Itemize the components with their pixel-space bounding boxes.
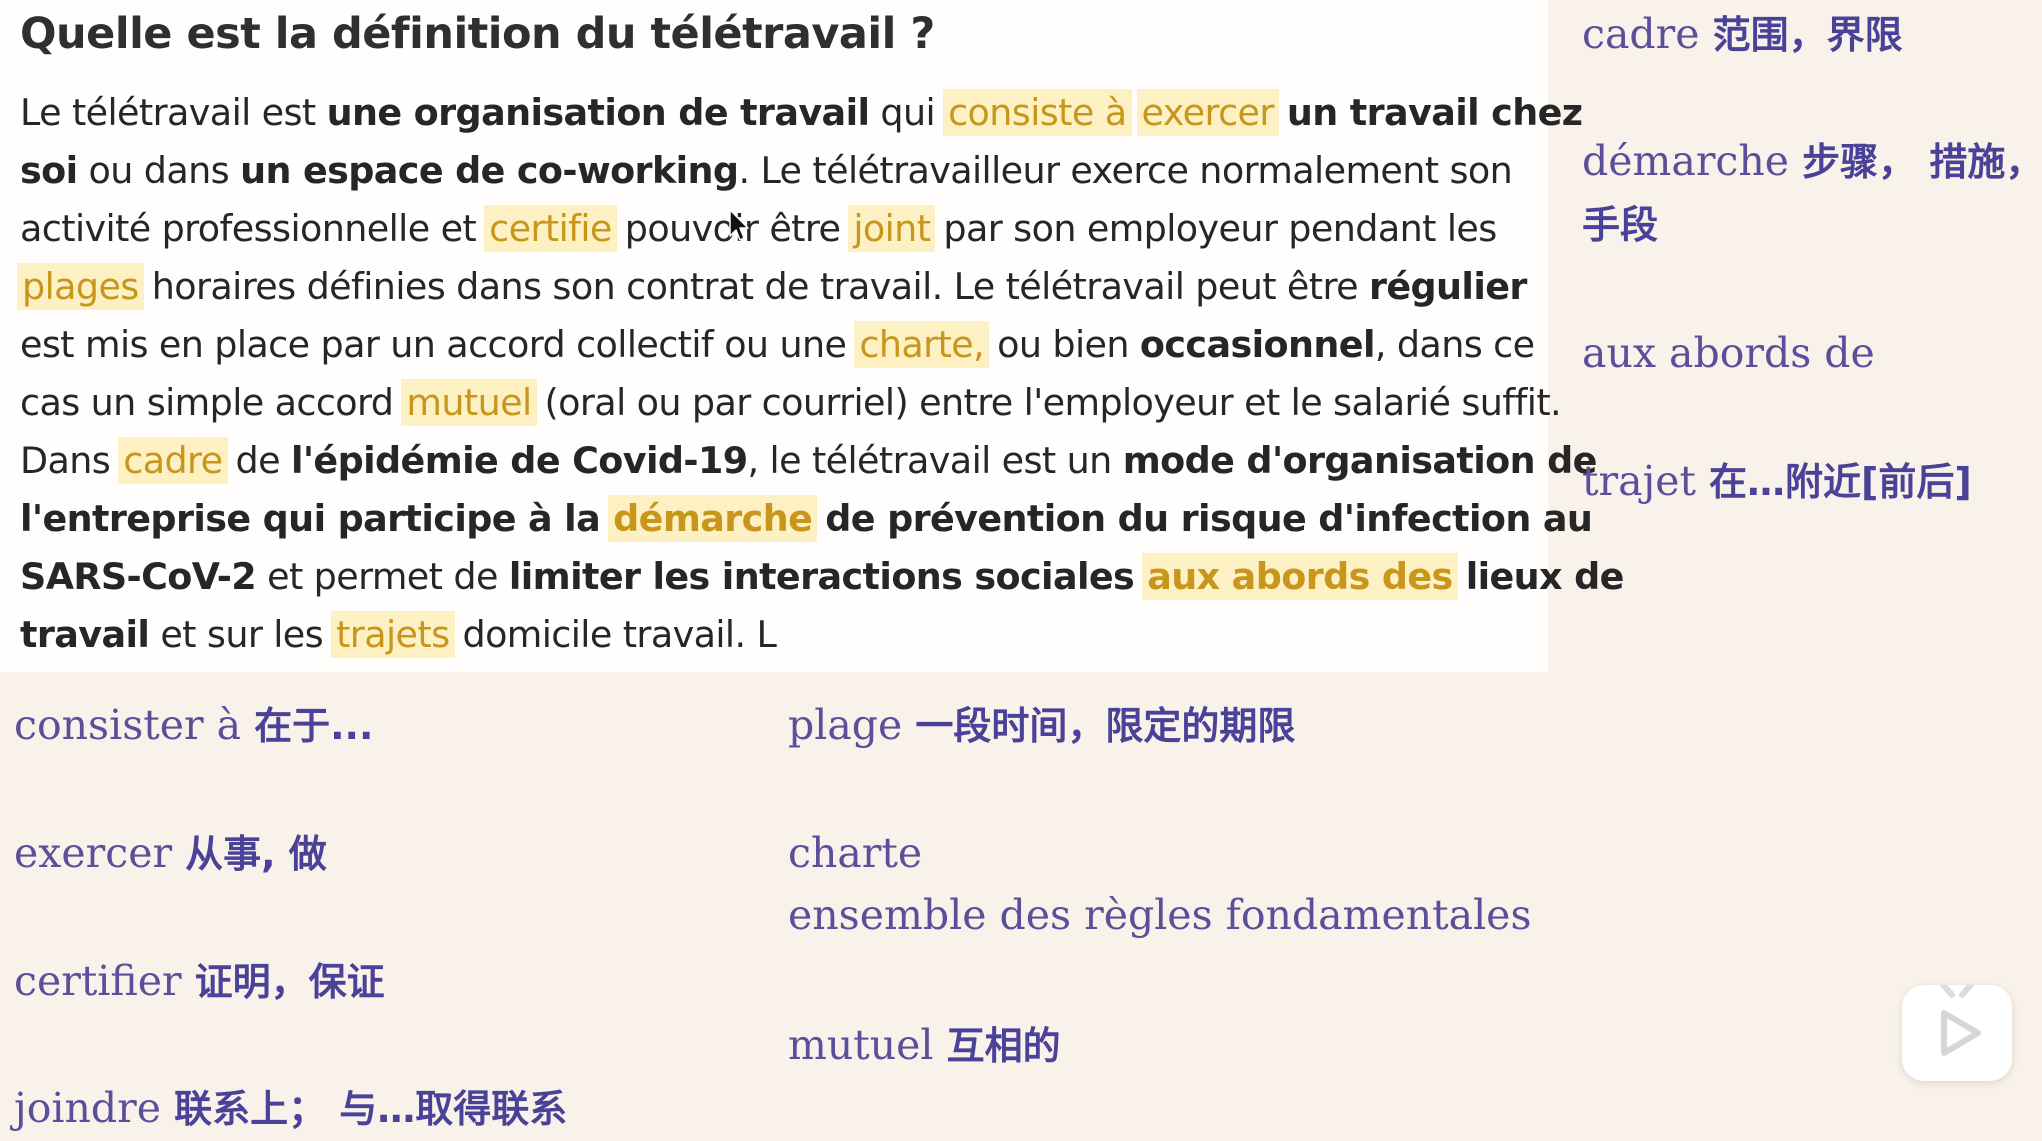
bold-phrase: soi — [20, 149, 78, 192]
vocab-trajet: trajet 在…附近[前后] — [1582, 450, 1972, 513]
vocab-term: charte — [788, 829, 923, 877]
passage-line: travail et sur les trajets domicile trav… — [20, 606, 1538, 664]
bold-phrase: une organisation de travail — [326, 91, 870, 134]
vocab-definition: ensemble des règles fondamentales — [788, 891, 1532, 939]
bold-phrase: travail — [20, 613, 150, 656]
highlighted-term: charte, — [854, 321, 990, 368]
passage-line: est mis en place par un accord collectif… — [20, 316, 1538, 374]
vocab-term: consister à — [14, 701, 242, 749]
vocab-definition: 范围，界限 — [1712, 13, 1903, 57]
vocab-joindre: joindre 联系上； 与…取得联系 — [14, 1077, 567, 1140]
vocab-definition: 联系上； 与…取得联系 — [174, 1087, 568, 1131]
vocab-definition-cont: 手段 — [1582, 203, 1659, 247]
bold-phrase: SARS-CoV-2 — [20, 555, 257, 598]
highlighted-term: certifie — [484, 205, 617, 252]
passage-card: Quelle est la définition du télétravail … — [0, 0, 1624, 672]
highlighted-term: exercer — [1136, 89, 1279, 136]
passage-line: soi ou dans un espace de co-working. Le … — [20, 142, 1538, 200]
vocab-definition: 证明，保证 — [194, 960, 385, 1004]
bold-phrase: mode d'organisation de — [1122, 439, 1598, 482]
vocab-plage: plage 一段时间，限定的期限 — [788, 694, 1295, 757]
text-segment: et permet de — [256, 555, 509, 598]
bold-phrase: lieux de — [1465, 555, 1625, 598]
text-segment: par son employeur pendant les — [932, 207, 1497, 250]
vocab-term: aux abords de — [1582, 329, 1875, 377]
bold-phrase: un espace de co-working — [240, 149, 739, 192]
text-segment: est mis en place par un accord collectif… — [20, 323, 858, 366]
text-segment: et sur les — [149, 613, 335, 656]
vocab-mutuel: mutuel 互相的 — [788, 1014, 1061, 1077]
vocab-term: cadre — [1582, 10, 1700, 58]
play-icon — [1939, 985, 1981, 1056]
passage-line: cas un simple accord mutuel (oral ou par… — [20, 374, 1562, 432]
vocab-exercer: exercer 从事, 做 — [14, 822, 327, 885]
vocab-term: démarche — [1582, 137, 1790, 185]
vocab-term: mutuel — [788, 1021, 934, 1069]
text-segment: de — [224, 439, 291, 482]
passage-line: Le télétravail est une organisation de t… — [20, 84, 1583, 142]
vocab-definition: 从事, 做 — [185, 832, 327, 876]
vocab-term: plage — [788, 701, 903, 749]
highlighted-term: aux abords des — [1142, 553, 1458, 600]
text-segment: domicile travail. L — [451, 613, 777, 656]
passage-line: plages horaires définies dans son contra… — [17, 258, 1538, 316]
vocab-term: certifier — [14, 957, 182, 1005]
vocab-cadre: cadre 范围，界限 — [1582, 3, 1903, 66]
text-segment — [1455, 555, 1466, 598]
highlighted-term: démarche — [608, 495, 818, 542]
vocab-demarche: démarche 步骤， 措施， 手段 — [1582, 130, 2042, 256]
text-segment: . Le télétravailleur exerce normalement … — [738, 149, 1513, 192]
passage-line: SARS-CoV-2 et permet de limiter les inte… — [20, 548, 1624, 606]
vocab-certifier: certifier 证明，保证 — [14, 950, 385, 1013]
passage-body: Le télétravail est une organisation de t… — [17, 84, 1624, 664]
text-segment: ou bien — [986, 323, 1140, 366]
text-segment: qui — [869, 91, 947, 134]
vocab-definition: 在…附近[前后] — [1709, 460, 1972, 504]
bold-phrase: régulier — [1368, 265, 1527, 308]
vocab-term: trajet — [1582, 457, 1696, 505]
highlighted-term: trajets — [331, 611, 455, 658]
vocab-consister-a: consister à 在于... — [14, 694, 373, 757]
vocab-definition: 步骤， 措施， — [1802, 140, 2042, 184]
text-segment: ou dans — [77, 149, 241, 192]
passage-line: l'entreprise qui participe à la démarche… — [20, 490, 1593, 548]
bold-phrase: l'épidémie de Covid-19 — [290, 439, 748, 482]
bold-phrase: de prévention du risque d'infection au — [825, 497, 1593, 540]
highlighted-term: mutuel — [401, 379, 537, 426]
text-segment: , le télétravail est un — [747, 439, 1123, 482]
passage-title: Quelle est la définition du télétravail … — [20, 9, 935, 59]
bold-phrase: l'entreprise qui participe à la — [20, 497, 601, 540]
text-segment: cas un simple accord — [20, 381, 405, 424]
text-segment — [1276, 91, 1287, 134]
text-segment: horaires définies dans son contrat de tr… — [140, 265, 1369, 308]
text-segment: , dans ce — [1374, 323, 1535, 366]
bold-phrase: un travail chez — [1286, 91, 1583, 134]
text-segment: (oral ou par courriel) entre l'employeur… — [533, 381, 1562, 424]
vocab-aux-abords-de: aux abords de — [1582, 322, 1875, 384]
vocab-definition: 在于... — [254, 704, 374, 748]
highlighted-term: plages — [17, 263, 144, 310]
vocab-charte: charte ensemble des règles fondamentales — [788, 822, 1532, 946]
highlighted-term: cadre — [118, 437, 228, 484]
vocab-term: joindre — [14, 1084, 162, 1132]
passage-line: Dans cadre de l'épidémie de Covid-19, le… — [20, 432, 1597, 490]
bold-phrase: occasionnel — [1139, 323, 1376, 366]
highlighted-term: joint — [848, 205, 936, 252]
text-segment — [814, 497, 825, 540]
play-button[interactable] — [1902, 985, 2012, 1081]
text-segment: activité professionnelle et — [20, 207, 488, 250]
vocab-definition: 一段时间，限定的期限 — [915, 704, 1296, 748]
highlighted-term: consiste à — [943, 89, 1132, 136]
text-segment: Dans — [20, 439, 122, 482]
passage-line: activité professionnelle et certifie pou… — [20, 200, 1538, 258]
mouse-pointer-icon — [729, 209, 749, 241]
text-segment: Le télétravail est — [20, 91, 327, 134]
vocab-definition: 互相的 — [946, 1024, 1061, 1068]
bold-phrase: limiter les interactions sociales — [508, 555, 1135, 598]
vocab-term: exercer — [14, 829, 173, 877]
